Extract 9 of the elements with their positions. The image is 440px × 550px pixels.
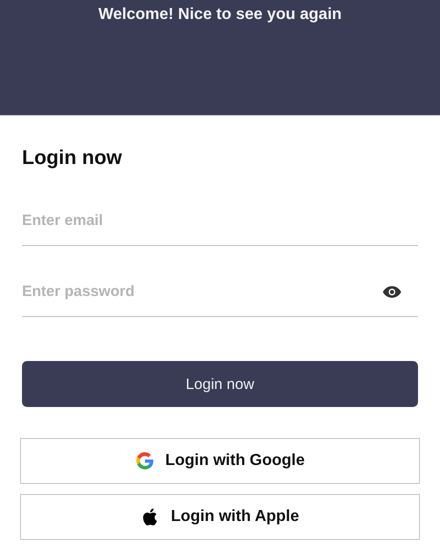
eye-icon[interactable] xyxy=(382,284,402,298)
google-login-button[interactable]: Login with Google xyxy=(20,438,420,484)
input-field[interactable]: Enter email xyxy=(22,212,418,229)
form-heading: Login now xyxy=(22,147,123,170)
google-icon xyxy=(135,451,156,471)
welcome-title: Welcome! Nice to see you again xyxy=(98,6,342,24)
login-button[interactable]: Login now xyxy=(22,361,418,407)
input-field[interactable]: Enter password xyxy=(22,283,382,300)
apple-login-button[interactable]: Login with Apple xyxy=(20,494,420,540)
